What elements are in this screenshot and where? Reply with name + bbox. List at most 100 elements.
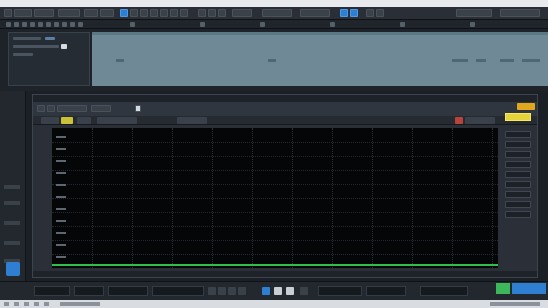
time-display[interactable]	[74, 286, 104, 296]
toolbar2-icon[interactable]	[46, 22, 51, 27]
start-icon[interactable]	[4, 302, 9, 306]
play-icon[interactable]	[274, 287, 282, 295]
side-panel-button[interactable]	[505, 131, 531, 138]
menu-icon[interactable]	[4, 9, 12, 17]
track-mute-button[interactable]	[45, 37, 55, 40]
link-icon[interactable]	[340, 9, 348, 17]
side-panel-button[interactable]	[505, 181, 531, 188]
left-panel-item[interactable]	[4, 201, 20, 205]
quantize-select[interactable]	[300, 9, 330, 17]
grid-line-v	[92, 128, 93, 268]
side-panel-button[interactable]	[505, 171, 531, 178]
toolbar2-icon[interactable]	[70, 22, 75, 27]
menu-group[interactable]	[58, 9, 80, 17]
track-monitor-button[interactable]	[61, 44, 67, 49]
cursor-icon[interactable]	[120, 9, 128, 17]
toolbar2-icon[interactable]	[38, 22, 43, 27]
glue-icon[interactable]	[160, 9, 168, 17]
analyzer-tab-active[interactable]	[61, 117, 73, 124]
analyzer-tab[interactable]	[41, 117, 59, 124]
bypass-icon[interactable]	[47, 105, 55, 112]
snap-icon[interactable]	[198, 9, 206, 17]
analyzer-mode-select[interactable]	[97, 117, 137, 124]
link-icon-2[interactable]	[350, 9, 358, 17]
loop-toggle-icon[interactable]	[262, 287, 270, 295]
analyzer-toolbar	[33, 102, 537, 116]
snap-value-select[interactable]	[232, 9, 252, 17]
track-name-bar	[13, 37, 41, 40]
signature-display[interactable]	[318, 286, 362, 296]
mute-tool-icon[interactable]	[170, 9, 178, 17]
pencil-icon[interactable]	[130, 9, 138, 17]
left-panel-item[interactable]	[4, 185, 20, 189]
ruler-marker	[260, 22, 265, 27]
side-panel-button[interactable]	[505, 201, 531, 208]
toolbar2-icon[interactable]	[54, 22, 59, 27]
toolbar2-icon[interactable]	[78, 22, 83, 27]
toolbar2-icon[interactable]	[14, 22, 19, 27]
toolbar2-icon[interactable]	[62, 22, 67, 27]
record-icon[interactable]	[376, 9, 384, 17]
analyzer-tab[interactable]	[77, 117, 91, 124]
taskbar-app-icon[interactable]	[24, 302, 29, 306]
position-display[interactable]	[34, 286, 70, 296]
taskbar-app-icon[interactable]	[34, 302, 39, 306]
taskbar-app-icon[interactable]	[44, 302, 49, 306]
analyzer-option[interactable]	[465, 117, 495, 124]
record-arm-indicator[interactable]	[496, 283, 510, 294]
title-bar	[0, 0, 548, 7]
track-header[interactable]	[8, 32, 90, 86]
side-panel-button[interactable]	[505, 151, 531, 158]
rewind-icon[interactable]	[208, 287, 216, 295]
side-panel-button[interactable]	[505, 211, 531, 218]
tempo-track-display[interactable]	[366, 286, 406, 296]
analyzer-option-highlight[interactable]	[517, 103, 535, 110]
toolbar2-icon[interactable]	[30, 22, 35, 27]
side-panel-button[interactable]	[505, 191, 531, 198]
analyzer-range-select[interactable]	[177, 117, 207, 124]
scissors-icon[interactable]	[150, 9, 158, 17]
audio-region[interactable]	[92, 32, 548, 86]
track-param	[13, 45, 59, 48]
analyzer-title-bar[interactable]	[33, 95, 537, 102]
compare-button[interactable]	[91, 105, 111, 112]
grid-type-select[interactable]	[262, 9, 292, 17]
mixer-toggle-button[interactable]	[512, 283, 546, 294]
project-selector[interactable]	[14, 9, 32, 17]
settings-icon[interactable]	[135, 105, 141, 112]
eraser-icon[interactable]	[140, 9, 148, 17]
power-icon[interactable]	[37, 105, 45, 112]
fast-forward-icon[interactable]	[218, 287, 226, 295]
taskbar-app-icon[interactable]	[60, 302, 100, 306]
region-marker	[476, 59, 486, 62]
record-icon[interactable]	[300, 287, 308, 295]
play-icon[interactable]	[366, 9, 374, 17]
side-panel-button[interactable]	[505, 161, 531, 168]
quantize-icon[interactable]	[218, 9, 226, 17]
menu-group-2[interactable]	[84, 9, 98, 17]
tempo-display[interactable]	[152, 286, 204, 296]
toolbar2-icon[interactable]	[22, 22, 27, 27]
grid-line-h	[52, 142, 498, 143]
stop-icon[interactable]	[286, 287, 294, 295]
browser-toggle-button[interactable]	[6, 262, 20, 276]
transport-bar	[0, 281, 548, 300]
zoom-tool-icon[interactable]	[180, 9, 188, 17]
system-tray[interactable]	[490, 302, 540, 306]
grid-icon[interactable]	[208, 9, 216, 17]
y-tick-mark	[56, 184, 66, 186]
loop-display[interactable]	[108, 286, 148, 296]
menu-group-3[interactable]	[100, 9, 114, 17]
ruler-marker	[330, 22, 335, 27]
metronome-icon[interactable]	[238, 287, 246, 295]
grid-line-v	[412, 128, 413, 268]
side-panel-button[interactable]	[505, 141, 531, 148]
project-info[interactable]	[34, 9, 54, 17]
toolbar2-icon[interactable]	[6, 22, 11, 27]
freeze-button[interactable]	[505, 113, 531, 121]
loop-icon[interactable]	[228, 287, 236, 295]
preset-select[interactable]	[57, 105, 87, 112]
left-panel-item[interactable]	[4, 221, 20, 225]
taskbar-app-icon[interactable]	[14, 302, 19, 306]
left-panel-item[interactable]	[4, 241, 20, 245]
